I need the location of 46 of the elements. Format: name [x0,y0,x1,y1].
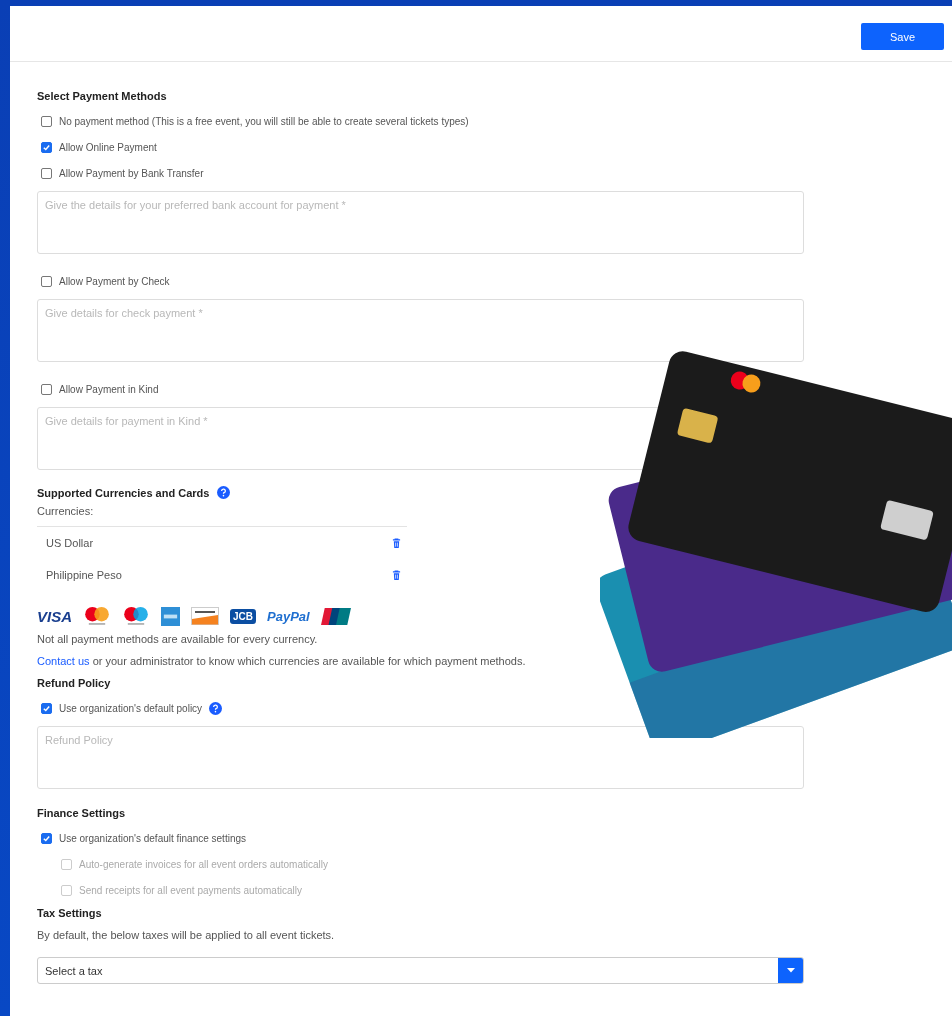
checkbox-label: Send receipts for all event payments automatically [79,884,302,896]
discover-logo-icon [191,607,219,625]
contact-note: or your administrator to know which currencies are available for which payment methods. [91,655,526,667]
checkbox[interactable] [41,275,52,287]
trash-icon[interactable] [392,537,401,549]
section-heading: Finance Settings [37,807,127,819]
checkbox-label: Auto-generate invoices for all event orders automatically [79,858,329,870]
tax-description: By default, the below taxes will be applied to all event tickets. [37,929,336,941]
section-heading: Select Payment Methods [37,90,168,102]
checkbox-label: No payment method (This is a free event, you will still be able to create several tickets types) [59,115,469,127]
visa-logo: VISA [37,607,72,625]
availability-note: Not all payment methods are available for every currency. [37,633,319,645]
help-icon[interactable] [217,486,231,499]
currency-name: US Dollar [46,537,94,549]
section-heading: Tax Settings [37,907,103,919]
tax-select[interactable]: Select a tax [37,957,804,984]
paypal-logo: PayPal [267,608,310,624]
help-icon[interactable] [209,701,223,715]
section-heading: Supported Currencies and Cards [37,486,210,499]
caret-icon [786,968,795,973]
mastercard-logo-icon [83,606,111,626]
checkbox[interactable] [41,832,52,844]
trash-icon[interactable] [392,569,401,581]
checkbox-label: Allow Payment by Bank Transfer [59,167,204,179]
checkbox[interactable] [41,702,52,714]
save-button[interactable]: Save [861,23,944,50]
details-field[interactable]: Give the details for your preferred bank account for payment * [37,191,804,254]
unionpay-logo-icon [320,606,351,626]
checkbox-label: Use organization's default policy [59,702,203,714]
refund-policy-field[interactable]: Refund Policy [37,726,804,789]
currency-name: Philippine Peso [46,569,122,581]
maestro-logo-icon [122,606,150,626]
amex-logo-icon [161,606,180,626]
details-field[interactable]: Give details for check payment * [37,299,804,362]
checkbox-label: Allow Online Payment [59,141,157,153]
checkbox[interactable] [41,167,52,179]
contact-link[interactable]: Contact us [37,655,90,667]
checkbox[interactable] [41,141,52,153]
checkbox[interactable] [41,383,52,395]
jcb-logo: JCB [230,608,257,624]
checkbox-label: Allow Payment in Kind [59,383,159,395]
currencies-label: Currencies: [37,505,95,517]
checkbox[interactable] [41,115,52,127]
section-heading: Refund Policy [37,677,112,689]
checkbox-label: Use organization's default finance settings [59,832,247,844]
checkbox-label: Allow Payment by Check [59,275,170,287]
